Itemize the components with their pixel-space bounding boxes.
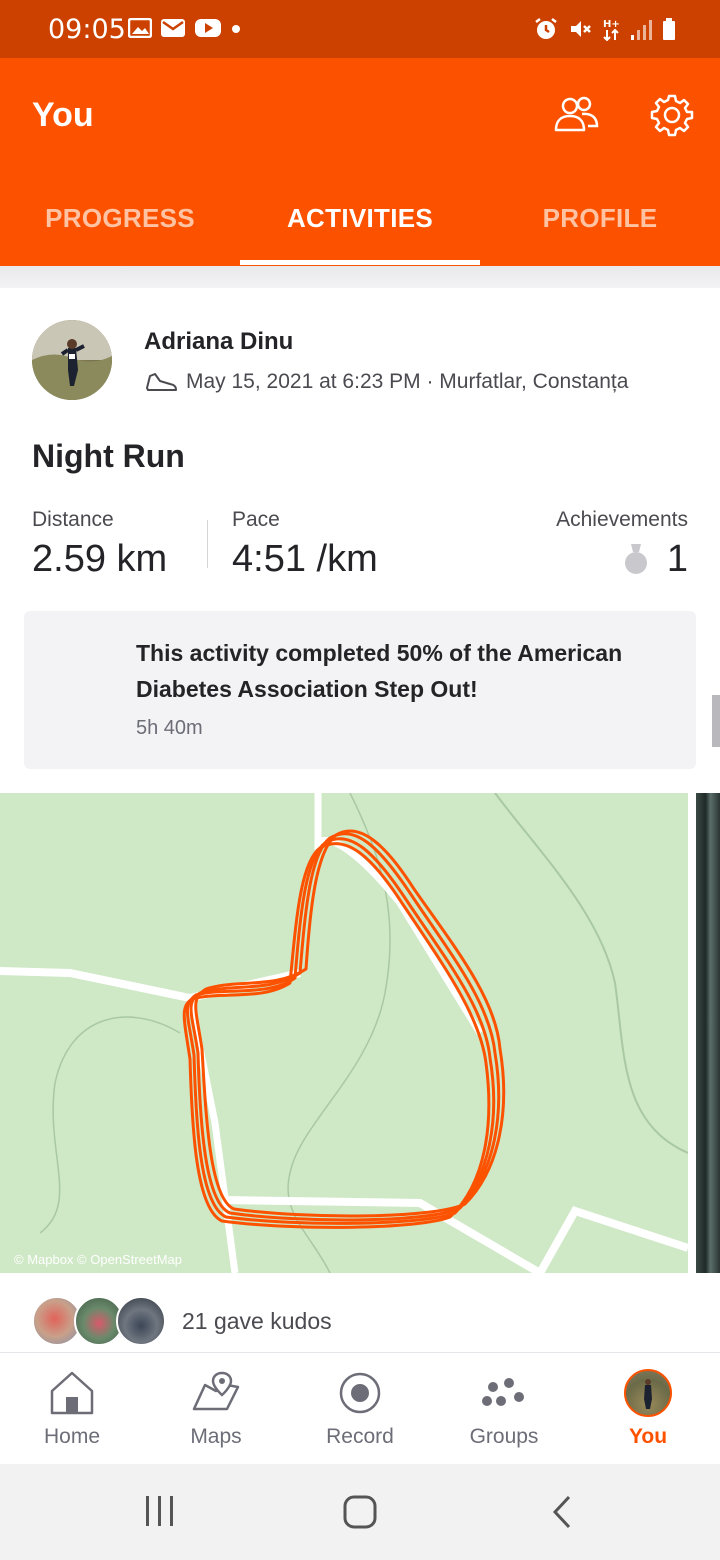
friends-icon[interactable] <box>552 94 600 134</box>
shoe-icon <box>146 373 177 391</box>
nav-home[interactable]: Home <box>0 1353 144 1465</box>
back-icon[interactable] <box>550 1494 574 1530</box>
activity-card[interactable]: Adriana Dinu May 15, 2021 at 6:23 PM · M… <box>0 288 720 1352</box>
groups-icon <box>482 1378 524 1406</box>
athlete-avatar[interactable] <box>32 320 112 400</box>
route-map[interactable]: © Mapbox © OpenStreetMap <box>0 793 688 1273</box>
page-title: You <box>32 96 94 134</box>
nav-maps-label: Maps <box>190 1425 242 1448</box>
tab-progress[interactable]: PROGRESS <box>0 190 240 266</box>
nav-home-label: Home <box>43 1425 101 1448</box>
status-time: 09:05 <box>48 14 126 45</box>
app-header: You PROGRESS ACTIVITIES PROFILE <box>0 58 720 266</box>
athlete-name[interactable]: Adriana Dinu <box>144 328 293 356</box>
achievements-group: 1 <box>623 538 688 581</box>
challenge-duration: 5h 40m <box>136 717 203 739</box>
data-icon: H+ <box>603 19 620 41</box>
active-tab-indicator <box>240 260 480 265</box>
system-navigation-bar <box>0 1464 720 1560</box>
achievements-label: Achievements <box>556 508 688 531</box>
tab-profile[interactable]: PROFILE <box>480 190 720 266</box>
home-system-icon[interactable] <box>342 1494 378 1530</box>
stat-divider <box>207 520 208 568</box>
route-map-graphic <box>0 793 688 1273</box>
maps-icon <box>192 1371 240 1411</box>
mail-icon <box>161 19 185 37</box>
nav-groups[interactable]: Groups <box>432 1353 576 1465</box>
map-attribution: © Mapbox © OpenStreetMap <box>14 1252 183 1267</box>
record-icon <box>339 1372 381 1414</box>
nav-you[interactable]: You <box>576 1353 720 1465</box>
kudos-avatar <box>116 1296 166 1346</box>
status-bar: 09:05 H+ <box>0 0 720 58</box>
activity-date-location: May 15, 2021 at 6:23 PM · Murfatlar, Con… <box>186 370 629 393</box>
photo-carousel-peek[interactable] <box>696 793 720 1273</box>
mute-icon <box>571 21 591 37</box>
nav-record[interactable]: Record <box>288 1353 432 1465</box>
scrollbar-thumb[interactable] <box>712 695 720 747</box>
signal-icon <box>631 20 652 40</box>
pace-value: 4:51 /km <box>232 538 378 580</box>
nav-groups-label: Groups <box>469 1425 539 1448</box>
kudos-count[interactable]: 21 gave kudos <box>182 1308 332 1335</box>
bottom-navigation: Home Maps Record Groups You <box>0 1352 720 1464</box>
medal-icon <box>624 543 647 574</box>
nav-you-label: You <box>628 1425 668 1448</box>
svg-text:H+: H+ <box>603 19 620 30</box>
challenge-message: This activity completed 50% of the Ameri… <box>136 640 623 702</box>
nav-record-label: Record <box>326 1425 394 1448</box>
challenge-banner[interactable]: This activity completed 50% of the Ameri… <box>24 611 696 769</box>
battery-icon <box>663 18 675 40</box>
alarm-icon <box>535 18 557 39</box>
recents-icon[interactable] <box>144 1494 176 1528</box>
nav-maps[interactable]: Maps <box>144 1353 288 1465</box>
avatar <box>624 1369 672 1417</box>
settings-gear-icon[interactable] <box>650 93 694 137</box>
distance-label: Distance <box>32 508 114 531</box>
distance-value: 2.59 km <box>32 538 168 580</box>
home-icon <box>50 1371 94 1415</box>
feed-separator <box>0 266 720 288</box>
dot-icon <box>232 25 240 33</box>
tab-bar: PROGRESS ACTIVITIES PROFILE <box>0 190 720 266</box>
activity-meta: May 15, 2021 at 6:23 PM · Murfatlar, Con… <box>144 370 628 394</box>
pace-label: Pace <box>232 508 280 531</box>
image-icon <box>128 18 152 38</box>
activity-title[interactable]: Night Run <box>32 438 185 475</box>
achievements-value: 1 <box>666 538 688 580</box>
youtube-icon <box>195 19 221 37</box>
tab-activities[interactable]: ACTIVITIES <box>240 190 480 266</box>
kudos-avatars[interactable] <box>32 1296 166 1346</box>
